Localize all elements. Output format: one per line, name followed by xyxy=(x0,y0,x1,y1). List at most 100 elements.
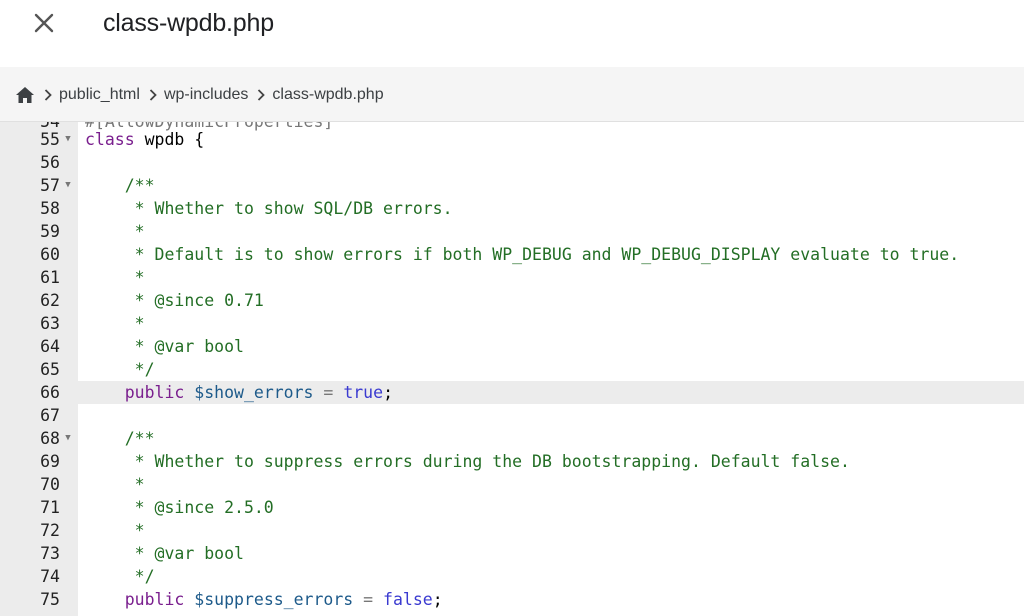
line-number: 74 xyxy=(40,567,60,586)
line-number: 72 xyxy=(40,521,60,540)
code-line[interactable]: 69 * Whether to suppress errors during t… xyxy=(0,450,1024,473)
code-token: * xyxy=(85,314,145,333)
code-token: /** xyxy=(85,429,155,448)
breadcrumb: public_html wp-includes class-wpdb.php xyxy=(15,85,384,105)
code-token: $suppress_errors xyxy=(194,590,354,609)
code-line[interactable]: 75 public $suppress_errors = false; xyxy=(0,588,1024,611)
home-icon xyxy=(16,87,34,103)
code-line[interactable]: 55 ▼ class wpdb { xyxy=(0,128,1024,151)
code-token: class xyxy=(85,130,145,149)
code-text: * xyxy=(85,266,145,289)
code-token: * xyxy=(85,521,145,540)
code-text: /** xyxy=(85,427,155,450)
code-line[interactable]: 64 * @var bool xyxy=(0,335,1024,358)
code-text: * @since 0.71 xyxy=(85,289,264,312)
file-title: class-wpdb.php xyxy=(103,9,274,37)
code-token: * @since 2.5.0 xyxy=(85,498,274,517)
code-line[interactable]: 59 * xyxy=(0,220,1024,243)
code-text: * @var bool xyxy=(85,542,244,565)
code-token: */ xyxy=(85,360,155,379)
code-token: wpdb { xyxy=(144,130,205,149)
code-token: * @since 0.71 xyxy=(85,291,264,310)
code-line[interactable]: 71 * @since 2.5.0 xyxy=(0,496,1024,519)
line-number: 75 xyxy=(40,590,60,609)
code-token: ; xyxy=(432,590,443,609)
code-token: public xyxy=(85,383,195,402)
code-line[interactable]: 56 xyxy=(0,151,1024,174)
chevron-right-icon xyxy=(144,86,162,104)
fold-arrow-icon[interactable]: ▼ xyxy=(63,174,73,197)
code-line[interactable]: 57 ▼ /** xyxy=(0,174,1024,197)
line-number: 67 xyxy=(40,406,60,425)
breadcrumb-bar: public_html wp-includes class-wpdb.php xyxy=(0,67,1024,122)
code-line[interactable]: 72 * xyxy=(0,519,1024,542)
code-token: * @var bool xyxy=(85,337,244,356)
code-line[interactable]: 68 ▼ /** xyxy=(0,427,1024,450)
line-number: 56 xyxy=(40,153,60,172)
code-token: */ xyxy=(85,567,155,586)
code-text: * xyxy=(85,473,145,496)
code-token: * @var bool xyxy=(85,544,244,563)
code-line[interactable]: 61 * xyxy=(0,266,1024,289)
breadcrumb-current-file: class-wpdb.php xyxy=(272,86,384,103)
line-number: 70 xyxy=(40,475,60,494)
code-text: /** xyxy=(85,174,155,197)
code-line[interactable]: 70 * xyxy=(0,473,1024,496)
code-text: * xyxy=(85,312,145,335)
code-token: $show_errors xyxy=(194,383,314,402)
line-number: 64 xyxy=(40,337,60,356)
close-button[interactable] xyxy=(29,8,59,38)
close-icon xyxy=(34,13,54,33)
code-text: * Whether to show SQL/DB errors. xyxy=(85,197,453,220)
line-number: 55 xyxy=(40,130,60,149)
code-token: = xyxy=(313,383,344,402)
code-text: * @var bool xyxy=(85,335,244,358)
code-token: true xyxy=(343,383,384,402)
code-text: * Whether to suppress errors during the … xyxy=(85,450,850,473)
home-button[interactable] xyxy=(15,85,35,105)
code-text: * Default is to show errors if both WP_D… xyxy=(85,243,960,266)
code-text: * xyxy=(85,220,145,243)
code-editor[interactable]: 54 #[AllowDynamicProperties] 55▼class wp… xyxy=(0,122,1024,616)
code-token: * Whether to show SQL/DB errors. xyxy=(85,199,453,218)
code-line[interactable]: 65 */ xyxy=(0,358,1024,381)
code-text: public $suppress_errors = false; xyxy=(85,588,443,611)
line-number: 61 xyxy=(40,268,60,287)
fold-arrow-icon[interactable]: ▼ xyxy=(63,427,73,450)
line-number: 62 xyxy=(40,291,60,310)
line-number: 63 xyxy=(40,314,60,333)
fold-arrow-icon[interactable]: ▼ xyxy=(63,128,73,151)
code-line[interactable]: 67 xyxy=(0,404,1024,427)
code-token: * xyxy=(85,222,145,241)
code-text: * xyxy=(85,519,145,542)
code-token: * Whether to suppress errors during the … xyxy=(85,452,850,471)
breadcrumb-public-html[interactable]: public_html xyxy=(59,86,140,104)
line-number: 65 xyxy=(40,360,60,379)
code-text: class wpdb { xyxy=(85,128,204,151)
code-token: false xyxy=(383,590,433,609)
code-line[interactable]: 73 * @var bool xyxy=(0,542,1024,565)
code-token: * Default is to show errors if both WP_D… xyxy=(85,245,960,264)
code-line[interactable]: 60 * Default is to show errors if both W… xyxy=(0,243,1024,266)
line-number: 57 xyxy=(40,176,60,195)
code-line[interactable]: 62 * @since 0.71 xyxy=(0,289,1024,312)
code-text: */ xyxy=(85,358,155,381)
code-text: * @since 2.5.0 xyxy=(85,496,274,519)
top-bar: class-wpdb.php xyxy=(0,0,1024,67)
code-text: */ xyxy=(85,565,155,588)
chevron-right-icon xyxy=(252,86,270,104)
line-number: 69 xyxy=(40,452,60,471)
code-line[interactable]: 74 */ xyxy=(0,565,1024,588)
breadcrumb-wp-includes[interactable]: wp-includes xyxy=(164,86,248,104)
code-line[interactable]: 66 public $show_errors = true; xyxy=(0,381,1024,404)
code-line[interactable]: 63 * xyxy=(0,312,1024,335)
line-number: 66 xyxy=(40,383,60,402)
line-number: 73 xyxy=(40,544,60,563)
line-number: 60 xyxy=(40,245,60,264)
code-line[interactable]: 58 * Whether to show SQL/DB errors. xyxy=(0,197,1024,220)
line-number: 71 xyxy=(40,498,60,517)
code-token: * xyxy=(85,268,145,287)
code-token: public xyxy=(85,590,195,609)
code-token: /** xyxy=(85,176,155,195)
line-number: 59 xyxy=(40,222,60,241)
